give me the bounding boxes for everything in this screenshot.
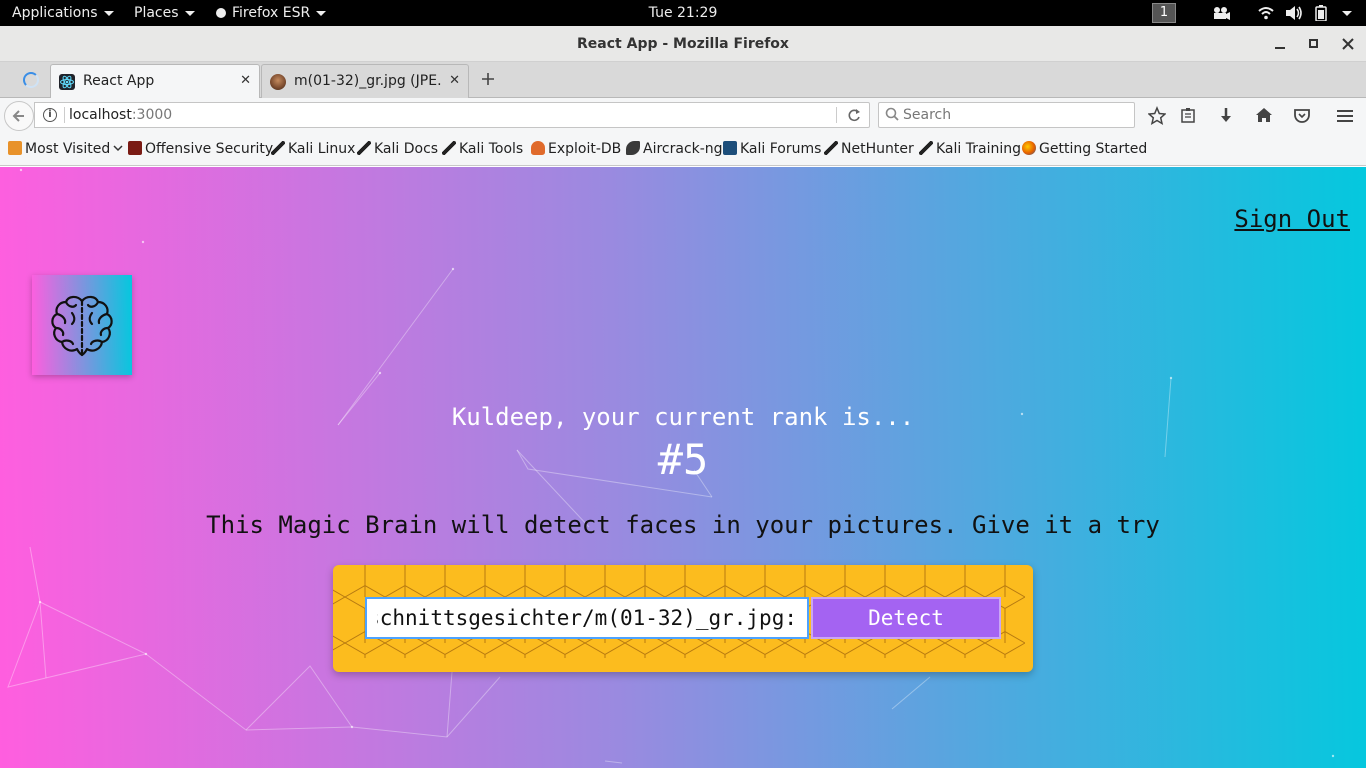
workspace-indicator[interactable]: 1 xyxy=(1152,3,1176,23)
kali-dragon-icon xyxy=(919,141,933,155)
tab-react-app[interactable]: React App ✕ xyxy=(50,64,260,99)
chevron-down-icon xyxy=(316,10,327,16)
offsec-icon xyxy=(128,141,142,155)
applications-menu[interactable]: Applications xyxy=(12,0,114,26)
bookmark-most-visited[interactable]: Most Visited xyxy=(8,134,123,166)
bookmark-kali-linux[interactable]: Kali Linux xyxy=(271,134,355,166)
reload-icon[interactable] xyxy=(847,103,861,135)
firefox-app-label: Firefox ESR xyxy=(232,5,311,21)
image-url-input[interactable] xyxy=(365,597,809,639)
page-content: Sign Out Kuldeep, your current rank is..… xyxy=(0,167,1366,768)
bookmark-label: Kali Forums xyxy=(740,141,822,157)
brain-logo[interactable] xyxy=(32,275,132,375)
detect-button[interactable]: Detect xyxy=(811,597,1001,639)
tab-image[interactable]: m(01-32)_gr.jpg (JPE… ✕ xyxy=(261,64,469,98)
video-camera-icon[interactable] xyxy=(1212,5,1230,21)
tab-title: m(01-32)_gr.jpg (JPE… xyxy=(294,73,442,89)
kali-dragon-icon xyxy=(271,141,285,155)
sign-out-link[interactable]: Sign Out xyxy=(1234,205,1350,233)
bookmark-getting-started[interactable]: Getting Started xyxy=(1022,134,1147,166)
kali-dragon-icon xyxy=(357,141,371,155)
gnome-top-panel: Applications Places Firefox ESR Tue 21:2… xyxy=(0,0,1366,26)
close-tab-icon[interactable]: ✕ xyxy=(240,65,251,97)
aircrack-icon xyxy=(626,141,640,155)
new-tab-button[interactable] xyxy=(476,64,500,94)
react-icon xyxy=(59,74,75,90)
search-box[interactable] xyxy=(878,102,1135,128)
maximize-button[interactable] xyxy=(1305,35,1323,53)
info-icon[interactable]: i xyxy=(43,108,57,122)
volume-icon[interactable] xyxy=(1285,5,1303,21)
bookmark-label: Kali Training xyxy=(936,141,1021,157)
pocket-icon[interactable] xyxy=(1290,104,1314,128)
chevron-down-icon xyxy=(103,10,114,16)
wifi-icon[interactable] xyxy=(1258,5,1274,21)
reading-list-icon[interactable] xyxy=(1176,104,1200,128)
face-thumbnail-icon xyxy=(270,74,286,90)
search-icon xyxy=(885,107,899,127)
minimize-button[interactable] xyxy=(1271,35,1289,53)
url-separator xyxy=(836,107,837,123)
bookmark-kali-docs[interactable]: Kali Docs xyxy=(357,134,438,166)
chevron-down-icon xyxy=(113,134,123,165)
kali-dragon-icon xyxy=(824,141,838,155)
bookmark-label: NetHunter xyxy=(841,141,914,157)
bookmark-label: Getting Started xyxy=(1039,141,1148,157)
bookmark-label: Offensive Security xyxy=(145,141,274,157)
tab-strip: React App ✕ m(01-32)_gr.jpg (JPE… ✕ xyxy=(0,62,1366,99)
rank-message: Kuldeep, your current rank is... xyxy=(451,403,915,431)
navigation-toolbar: i localhost:3000 xyxy=(0,98,1366,134)
url-text[interactable]: localhost:3000 xyxy=(69,103,172,127)
kali-dragon-icon xyxy=(442,141,456,155)
home-icon[interactable] xyxy=(1252,104,1276,128)
close-tab-icon[interactable]: ✕ xyxy=(449,65,460,97)
bookmarks-toolbar: Most Visited Offensive Security Kali Lin… xyxy=(0,134,1366,166)
image-link-form: Detect xyxy=(333,565,1033,672)
url-bar[interactable]: i localhost:3000 xyxy=(34,102,870,128)
close-window-button[interactable] xyxy=(1339,35,1357,53)
url-separator xyxy=(64,107,65,123)
most-visited-icon xyxy=(8,141,22,155)
bookmark-exploit-db[interactable]: Exploit-DB xyxy=(531,134,621,166)
bookmark-label: Kali Docs xyxy=(374,141,439,157)
firefox-icon xyxy=(216,8,226,18)
clock-label: Tue 21:29 xyxy=(648,5,718,21)
applications-label: Applications xyxy=(12,5,98,21)
bookmark-label: Most Visited xyxy=(25,141,111,157)
places-label: Places xyxy=(134,5,179,21)
firefox-icon xyxy=(1022,141,1036,155)
bookmark-label: Exploit-DB xyxy=(548,141,622,157)
url-port: :3000 xyxy=(131,107,173,123)
bookmark-kali-forums[interactable]: Kali Forums xyxy=(723,134,821,166)
exploit-db-icon xyxy=(531,141,545,155)
bookmark-offensive-security[interactable]: Offensive Security xyxy=(128,134,273,166)
bookmark-kali-tools[interactable]: Kali Tools xyxy=(442,134,523,166)
bookmark-star-icon[interactable] xyxy=(1145,104,1169,128)
loading-spinner-icon xyxy=(23,72,39,88)
bookmark-kali-training[interactable]: Kali Training xyxy=(919,134,1021,166)
battery-icon[interactable] xyxy=(1315,5,1327,22)
chevron-down-icon xyxy=(184,10,195,16)
search-input[interactable] xyxy=(903,105,1128,125)
brain-icon xyxy=(51,295,113,357)
bookmark-label: Aircrack-ng xyxy=(643,141,723,157)
bookmark-label: Kali Tools xyxy=(459,141,524,157)
tagline: This Magic Brain will detect faces in yo… xyxy=(206,511,1160,539)
tab-title: React App xyxy=(83,73,155,89)
hamburger-menu-icon[interactable] xyxy=(1333,104,1357,128)
bookmark-label: Kali Linux xyxy=(288,141,356,157)
window-title: React App - Mozilla Firefox xyxy=(577,36,789,52)
url-host: localhost xyxy=(69,107,132,123)
system-menu[interactable] xyxy=(1336,5,1352,21)
window-titlebar: React App - Mozilla Firefox xyxy=(0,26,1366,62)
rank-value: #5 xyxy=(657,435,709,484)
bookmark-aircrack-ng[interactable]: Aircrack-ng xyxy=(626,134,723,166)
kali-forums-icon xyxy=(723,141,737,155)
firefox-app-menu[interactable]: Firefox ESR xyxy=(216,0,327,26)
places-menu[interactable]: Places xyxy=(134,0,195,26)
download-icon[interactable] xyxy=(1214,104,1238,128)
back-button[interactable] xyxy=(4,101,34,131)
chevron-down-icon xyxy=(1342,10,1352,16)
bookmark-nethunter[interactable]: NetHunter xyxy=(824,134,914,166)
